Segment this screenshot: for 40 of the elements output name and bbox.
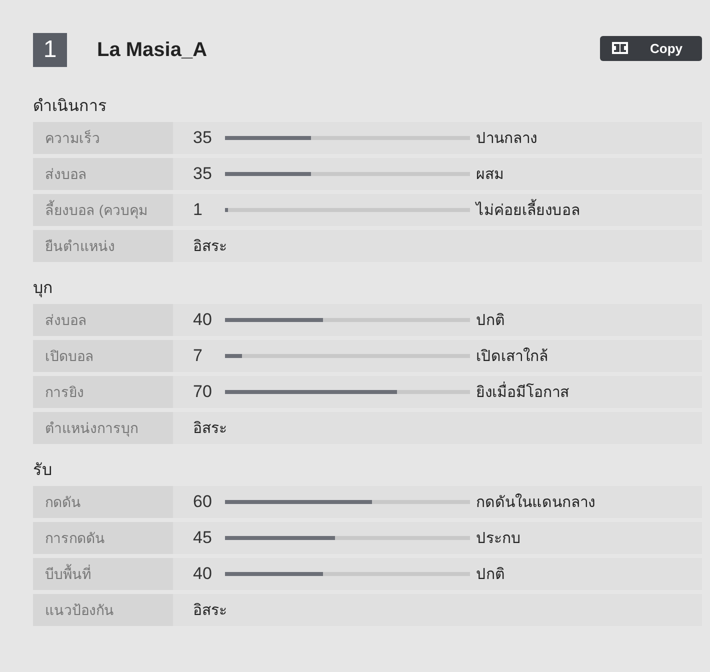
setting-value: 1 bbox=[193, 200, 204, 220]
setting-description: ปกติ bbox=[476, 565, 505, 585]
setting-value: อิสระ bbox=[193, 601, 227, 621]
setting-label: บีบพื้นที่ bbox=[33, 558, 173, 590]
setting-label: ส่งบอล bbox=[33, 158, 173, 190]
setting-description: เปิดเสาใกล้ bbox=[476, 346, 548, 367]
setting-label: เปิดบอล bbox=[33, 340, 173, 372]
setting-description: ยิงเมื่อมีโอกาส bbox=[476, 380, 569, 404]
setting-label: กดดัน bbox=[33, 486, 173, 518]
setting-label: แนวป้องกัน bbox=[33, 594, 173, 626]
setting-label: ยืนตำแหน่ง bbox=[33, 230, 173, 262]
setting-value: อิสระ bbox=[193, 419, 227, 439]
setting-value: 7 bbox=[193, 346, 204, 366]
setting-value: 70 bbox=[193, 382, 213, 402]
rank-number: 1 bbox=[33, 33, 67, 67]
copy-button[interactable]: Copy bbox=[600, 36, 702, 60]
setting-description: ประกบ bbox=[476, 529, 521, 549]
team-name: La Masia_A bbox=[97, 38, 208, 62]
setting-value: 40 bbox=[193, 310, 213, 330]
setting-description: ผสม bbox=[476, 165, 504, 185]
setting-value: 35 bbox=[193, 164, 213, 184]
setting-value: 45 bbox=[193, 528, 213, 548]
setting-description: ปกติ bbox=[476, 311, 505, 331]
setting-label: ลี้ยงบอล (ควบคุม bbox=[33, 194, 173, 226]
setting-description: กดดันในแดนกลาง bbox=[476, 492, 595, 513]
setting-description: ปานกลาง bbox=[476, 129, 537, 149]
setting-value: 35 bbox=[193, 128, 213, 148]
setting-description: ไม่ค่อยเลี้ยงบอล bbox=[476, 198, 580, 222]
setting-label: ตำแหน่งการบุก bbox=[33, 412, 173, 444]
setting-label: ส่งบอล bbox=[33, 304, 173, 336]
setting-value: 40 bbox=[193, 564, 213, 584]
setting-value: อิสระ bbox=[193, 237, 227, 257]
setting-label: การกดดัน bbox=[33, 522, 173, 554]
setting-label: การยิง bbox=[33, 376, 173, 408]
setting-label: ความเร็ว bbox=[33, 122, 173, 154]
setting-value: 60 bbox=[193, 492, 213, 512]
section-title: บุก bbox=[33, 279, 54, 300]
section-title: ดำเนินการ bbox=[33, 97, 108, 117]
pitch-icon bbox=[612, 42, 628, 54]
section-title: รับ bbox=[33, 461, 53, 481]
